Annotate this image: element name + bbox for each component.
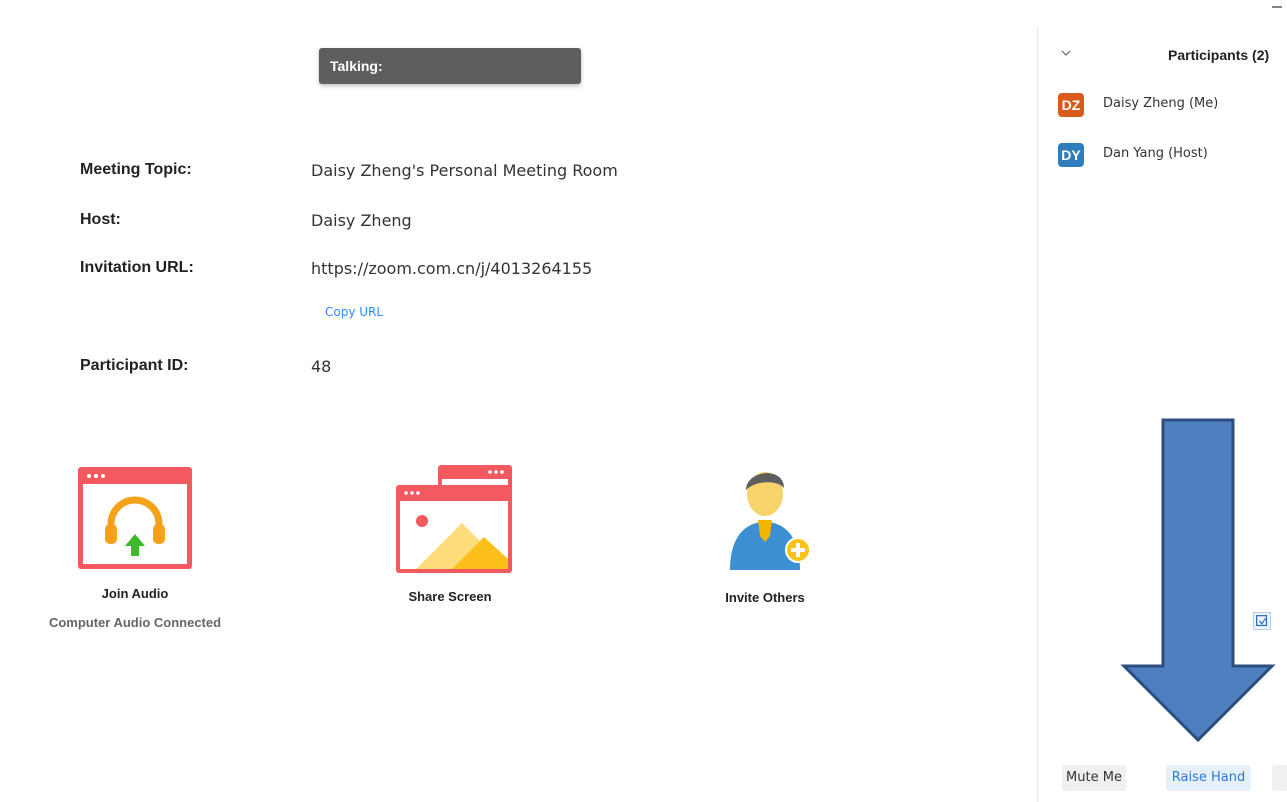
join-audio-label: Join Audio: [101, 586, 169, 601]
invite-others-button[interactable]: Invite Others: [690, 458, 840, 605]
join-audio-button[interactable]: Join Audio Computer Audio Connected: [40, 464, 230, 630]
share-screen-icon: [396, 465, 512, 573]
invitation-url-label: Invitation URL:: [80, 259, 194, 276]
host-label: Host:: [80, 211, 121, 228]
invite-person-icon: [730, 472, 811, 570]
talking-indicator: Talking:: [319, 48, 581, 84]
share-screen-button[interactable]: Share Screen: [370, 463, 530, 604]
audio-status-label: Computer Audio Connected: [48, 615, 222, 630]
meeting-info-pane: Talking: Meeting Topic: Daisy Zheng's Pe…: [0, 0, 1037, 802]
avatar: DZ: [1058, 93, 1084, 117]
more-button[interactable]: [1272, 765, 1287, 791]
mute-me-button[interactable]: Mute Me: [1062, 765, 1126, 791]
participant-name: Dan Yang (Host): [1103, 146, 1208, 161]
invite-others-label: Invite Others: [725, 590, 805, 605]
participant-id-label: Participant ID:: [80, 357, 189, 374]
minimize-icon[interactable]: [1268, 0, 1287, 14]
copy-url-link[interactable]: Copy URL: [325, 305, 383, 319]
meeting-topic-value: Daisy Zheng's Personal Meeting Room: [311, 161, 618, 180]
participants-title: Participants (2): [1168, 47, 1270, 63]
avatar: DY: [1058, 143, 1084, 167]
share-screen-label: Share Screen: [408, 589, 492, 604]
invitation-url-value: https://zoom.com.cn/j/4013264155: [311, 259, 593, 278]
participant-name: Daisy Zheng (Me): [1103, 96, 1219, 111]
meeting-topic-label: Meeting Topic:: [80, 161, 192, 178]
host-value: Daisy Zheng: [311, 211, 412, 230]
chevron-down-icon[interactable]: [1060, 47, 1072, 59]
down-arrow-annotation: [1120, 418, 1276, 743]
raise-hand-button[interactable]: Raise Hand: [1166, 765, 1251, 791]
headphones-icon: [78, 467, 192, 569]
participant-id-value: 48: [311, 357, 332, 376]
